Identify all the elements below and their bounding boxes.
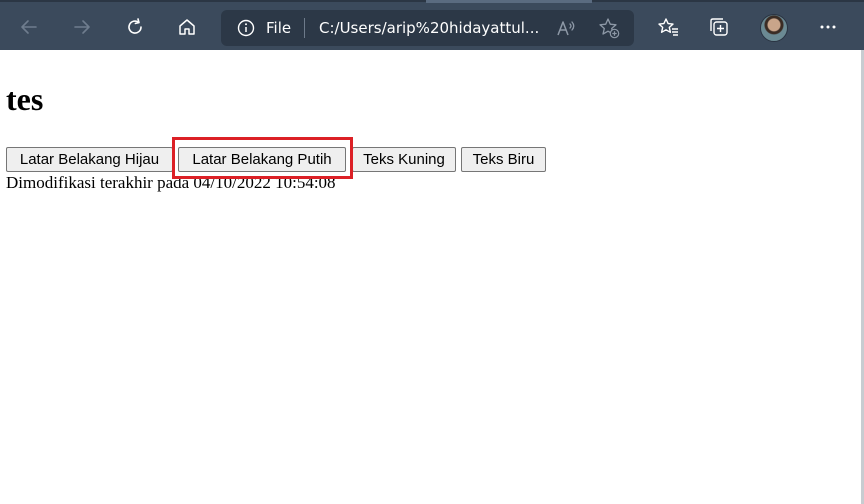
add-favorite-icon [599,18,620,39]
address-bar[interactable]: File C:/Users/arip%20hidayattul... [221,10,634,46]
profile-avatar[interactable] [760,14,788,42]
browser-toolbar: File C:/Users/arip%20hidayattul... [0,0,864,50]
favorites-icon [658,18,678,36]
add-favorite-button[interactable] [597,16,621,40]
read-aloud-icon [557,21,575,36]
refresh-button[interactable] [119,11,151,43]
home-icon [179,19,195,35]
refresh-icon [128,18,142,34]
collections-icon [710,18,728,36]
address-url[interactable]: C:/Users/arip%20hidayattul... [319,18,541,38]
active-tab-indicator [426,0,592,3]
page-title: tes [6,81,44,117]
read-aloud-button[interactable] [555,16,579,40]
back-button[interactable] [13,11,45,43]
collections-button[interactable] [703,11,735,43]
favorites-button[interactable] [652,11,684,43]
forward-arrow-icon [74,20,90,34]
info-icon[interactable] [237,19,255,37]
yellow-text-button[interactable]: Teks Kuning [352,147,456,172]
more-icon [820,25,836,29]
blue-text-button[interactable]: Teks Biru [461,147,546,172]
green-background-button[interactable]: Latar Belakang Hijau [6,147,173,172]
back-arrow-icon [21,20,37,34]
address-scheme-label: File [266,19,292,37]
last-modified-text: Dimodifikasi terakhir pada 04/10/2022 10… [6,173,336,192]
forward-button[interactable] [66,11,98,43]
address-divider [304,18,305,38]
home-button[interactable] [171,11,203,43]
white-background-button[interactable]: Latar Belakang Putih [178,147,346,172]
more-button[interactable] [812,11,844,43]
